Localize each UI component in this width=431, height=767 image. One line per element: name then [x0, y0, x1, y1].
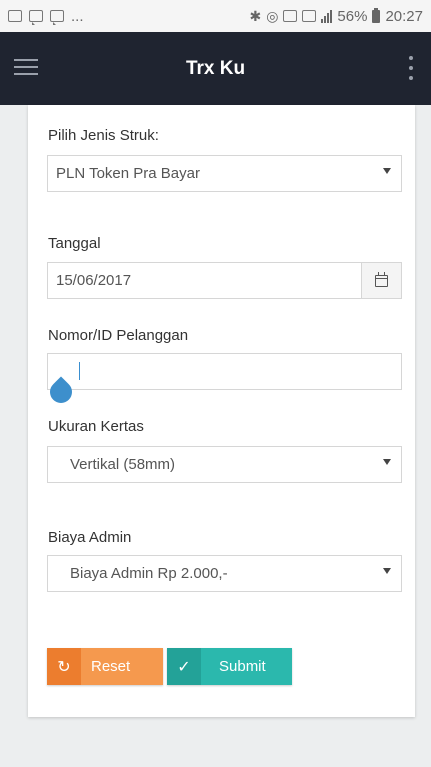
calendar-icon — [375, 271, 388, 287]
app-bar: Trx Ku — [0, 32, 431, 105]
submit-label: Submit — [219, 658, 266, 675]
calendar-button[interactable] — [361, 263, 401, 298]
receipt-type-select[interactable]: PLN Token Pra Bayar — [47, 155, 402, 192]
overflow-menu-icon[interactable] — [407, 54, 415, 82]
clock: 20:27 — [385, 7, 423, 25]
form-card: Pilih Jenis Struk: PLN Token Pra Bayar T… — [28, 105, 415, 717]
message-icon-2 — [50, 10, 64, 25]
submit-button[interactable]: ✓ Submit — [167, 648, 292, 685]
chevron-down-icon — [383, 568, 391, 574]
paper-size-select[interactable]: Vertikal (58mm) — [47, 446, 402, 483]
chevron-down-icon — [383, 459, 391, 465]
admin-fee-label: Biaya Admin — [48, 529, 132, 546]
message-icon — [29, 10, 43, 25]
notification-icon — [283, 10, 298, 22]
paper-size-value: Vertikal (58mm) — [70, 456, 176, 473]
alarm-icon: ◎ — [266, 8, 279, 24]
customer-id-label: Nomor/ID Pelanggan — [48, 327, 189, 344]
reset-button[interactable]: ↻ Reset — [47, 648, 163, 685]
admin-fee-select[interactable]: Biaya Admin Rp 2.000,- — [47, 555, 402, 592]
date-value: 15/06/2017 — [56, 272, 132, 289]
refresh-icon: ↻ — [47, 648, 81, 685]
paper-size-label: Ukuran Kertas — [48, 418, 144, 435]
admin-fee-value: Biaya Admin Rp 2.000,- — [70, 565, 228, 582]
more-notifications: ... — [71, 7, 84, 25]
signal-box-icon — [302, 10, 317, 22]
text-cursor — [79, 362, 80, 380]
receipt-type-label: Pilih Jenis Struk: — [48, 127, 159, 144]
bluetooth-icon: ✱ — [249, 8, 262, 24]
date-label: Tanggal — [48, 235, 101, 252]
battery-percent: 56% — [337, 7, 368, 25]
signal-icon — [321, 9, 333, 23]
check-icon: ✓ — [167, 648, 201, 685]
receipt-type-value: PLN Token Pra Bayar — [56, 165, 200, 182]
reset-label: Reset — [91, 658, 131, 675]
customer-id-input[interactable] — [47, 353, 402, 390]
app-title: Trx Ku — [185, 58, 246, 79]
gallery-icon — [8, 10, 22, 22]
date-input[interactable]: 15/06/2017 — [47, 262, 402, 299]
chevron-down-icon — [383, 168, 391, 174]
battery-icon — [372, 7, 381, 23]
status-bar: ... ✱ ◎ 56% 20:27 — [0, 0, 431, 32]
